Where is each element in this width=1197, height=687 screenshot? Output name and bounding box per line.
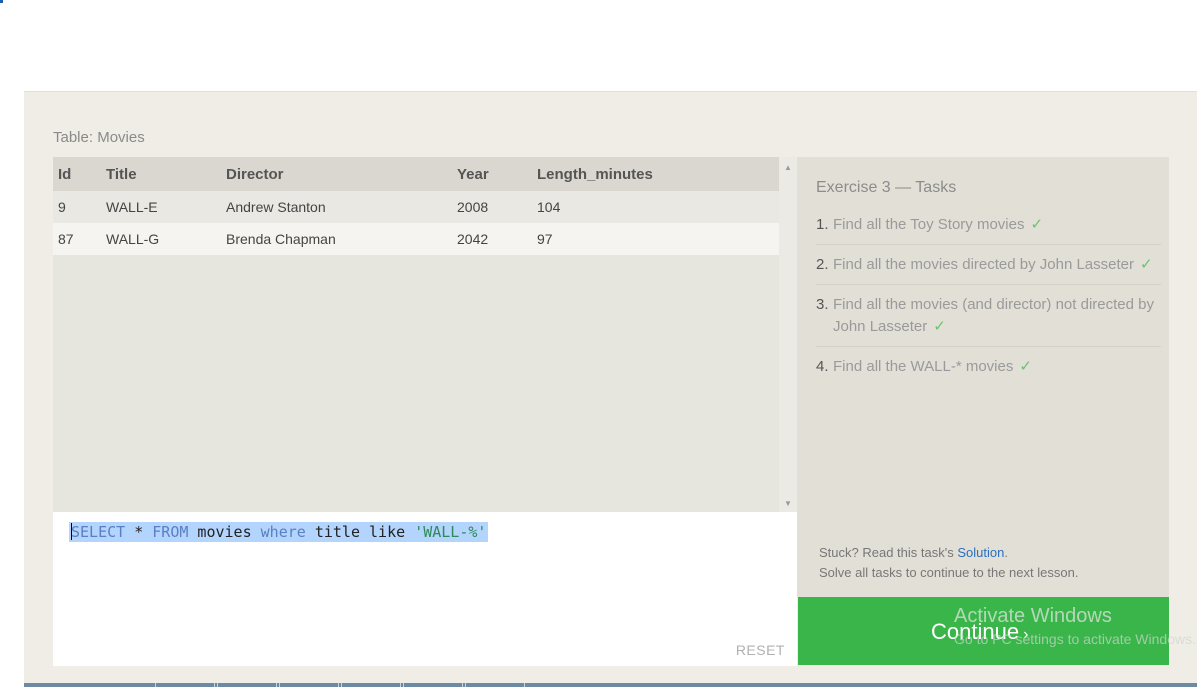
checkmark-icon: ✓: [1140, 256, 1153, 273]
results-table: Id Title Director Year Length_minutes 9 …: [53, 157, 797, 512]
task-text: Find all the movies directed by John Las…: [833, 256, 1134, 273]
taskbar-button[interactable]: [279, 683, 339, 687]
stuck-suffix: .: [1004, 545, 1008, 560]
cell-year: 2042: [457, 231, 489, 247]
task-item: 2. Find all the movies directed by John …: [816, 253, 1161, 285]
task-text: Find all the movies (and director) not d…: [833, 296, 1154, 335]
taskbar-button[interactable]: [341, 683, 401, 687]
solve-all-line: Solve all tasks to continue to the next …: [819, 565, 1079, 580]
column-header-length-minutes: Length_minutes: [537, 166, 653, 183]
sql-keyword-select: SELECT: [71, 523, 126, 541]
cell-id: 87: [58, 231, 74, 247]
sql-query-editor[interactable]: SELECT * FROM movies where title like 'W…: [53, 512, 797, 666]
task-item: 4. Find all the WALL-* movies ✓: [816, 355, 1161, 386]
table-row: 87 WALL-G Brenda Chapman 2042 97: [53, 223, 779, 255]
app-top-edge: [24, 91, 1197, 92]
column-header-id: Id: [58, 166, 72, 183]
taskbar-button[interactable]: [217, 683, 277, 687]
task-item: 1. Find all the Toy Story movies ✓: [816, 213, 1161, 245]
cell-year: 2008: [457, 199, 489, 215]
reset-button[interactable]: RESET: [736, 642, 785, 658]
activate-windows-subtitle: Go to PC settings to activate Windows.: [954, 631, 1196, 647]
taskbar-button[interactable]: [403, 683, 463, 687]
stuck-prefix: Stuck? Read this task's: [819, 545, 958, 560]
sql-keyword-where: where: [260, 523, 306, 541]
tasks-title: Exercise 3 — Tasks: [816, 179, 957, 196]
task-item: 3. Find all the movies (and director) no…: [816, 293, 1161, 347]
sql-condition: title like: [305, 523, 415, 541]
table-row: 9 WALL-E Andrew Stanton 2008 104: [53, 191, 779, 223]
activate-windows-watermark: Activate Windows: [954, 605, 1112, 627]
task-text: Find all the Toy Story movies: [833, 216, 1025, 233]
cell-director: Andrew Stanton: [226, 199, 326, 215]
column-header-director: Director: [226, 166, 284, 183]
cell-title: WALL-E: [106, 199, 158, 215]
stuck-line: Stuck? Read this task's Solution.: [819, 543, 1078, 563]
scroll-down-arrow-icon[interactable]: ▼: [784, 499, 792, 508]
scroll-up-arrow-icon[interactable]: ▲: [784, 163, 792, 172]
sql-keyword-from: FROM: [152, 523, 189, 541]
taskbar-button[interactable]: [465, 683, 525, 687]
table-label: Table: Movies: [53, 129, 145, 146]
sql-star: *: [125, 523, 153, 541]
help-text: Stuck? Read this task's Solution. Solve …: [819, 543, 1078, 583]
task-number: 3.: [816, 296, 829, 313]
cell-id: 9: [58, 199, 66, 215]
sql-table-name: movies: [188, 523, 261, 541]
table-header-row: Id Title Director Year Length_minutes: [53, 157, 779, 191]
task-list: 1. Find all the Toy Story movies ✓ 2. Fin…: [816, 213, 1161, 394]
task-text: Find all the WALL-* movies: [833, 358, 1014, 375]
sql-string-literal: 'WALL-%': [414, 523, 487, 541]
checkmark-icon: ✓: [1030, 216, 1044, 233]
cell-title: WALL-G: [106, 231, 160, 247]
task-number: 4.: [816, 358, 829, 375]
cell-length-minutes: 97: [537, 231, 553, 247]
sql-query-text[interactable]: SELECT * FROM movies where title like 'W…: [69, 522, 489, 542]
cell-director: Brenda Chapman: [226, 231, 336, 247]
solution-link[interactable]: Solution: [957, 545, 1004, 560]
table-scrollbar[interactable]: ▲ ▼: [779, 157, 797, 512]
checkmark-icon: ✓: [1019, 358, 1032, 375]
column-header-title: Title: [106, 166, 137, 183]
task-number: 1.: [816, 216, 829, 233]
column-header-year: Year: [457, 166, 489, 183]
corner-dot: [0, 0, 3, 3]
checkmark-icon: ✓: [933, 318, 946, 335]
task-number: 2.: [816, 256, 829, 273]
taskbar-button[interactable]: [155, 683, 215, 687]
cell-length-minutes: 104: [537, 199, 561, 215]
tasks-panel: Exercise 3 — Tasks 1. Find all the Toy S…: [797, 157, 1169, 597]
